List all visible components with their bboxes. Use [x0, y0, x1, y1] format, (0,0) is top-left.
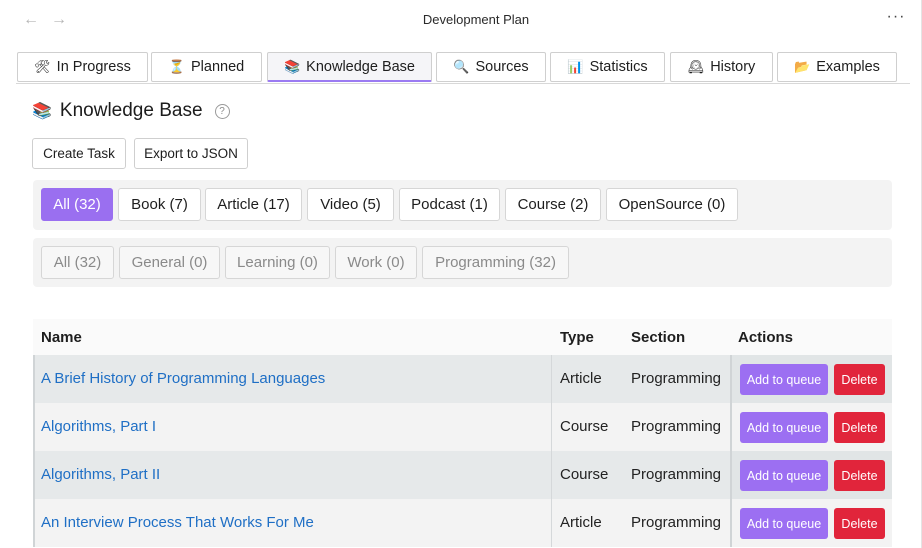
- books-icon: 📚: [32, 103, 52, 120]
- more-options-icon[interactable]: ···: [884, 8, 908, 28]
- tab-bar: 🛠 In Progress ⏳ Planned 📚 Knowledge Base…: [16, 50, 910, 84]
- filter-section-work[interactable]: Work (0): [335, 246, 417, 279]
- help-icon[interactable]: ?: [214, 103, 230, 119]
- page-title: Knowledge Base: [59, 100, 203, 121]
- type-filter-bar: All (32) Book (7) Article (17) Video (5)…: [33, 180, 892, 230]
- tab-label: Examples: [816, 59, 880, 75]
- column-divider: [551, 403, 552, 451]
- row-actions: Add to queue Delete: [730, 499, 892, 547]
- bar-chart-icon: 📊: [567, 59, 584, 74]
- row-actions: Add to queue Delete: [730, 403, 892, 451]
- filter-section-programming[interactable]: Programming (32): [422, 246, 569, 279]
- column-header-type[interactable]: Type: [560, 329, 594, 346]
- delete-button[interactable]: Delete: [834, 460, 885, 491]
- table-row: An Interview Process That Works For Me A…: [33, 499, 892, 547]
- filter-type-video[interactable]: Video (5): [307, 188, 394, 221]
- row-border: [33, 451, 35, 499]
- hourglass-icon: ⏳: [168, 59, 185, 74]
- tab-label: Planned: [190, 59, 245, 75]
- delete-button[interactable]: Delete: [834, 412, 885, 443]
- export-json-button[interactable]: Export to JSON: [134, 138, 248, 169]
- item-type: Article: [560, 370, 602, 387]
- row-border: [33, 355, 35, 403]
- item-name-link[interactable]: An Interview Process That Works For Me: [41, 514, 314, 531]
- item-name-link[interactable]: A Brief History of Programming Languages: [41, 370, 325, 387]
- tab-examples[interactable]: 📂 Examples: [777, 52, 897, 82]
- item-section: Programming: [631, 514, 722, 531]
- filter-section-all[interactable]: All (32): [41, 246, 114, 279]
- page-header: 📚 Knowledge Base ?: [32, 98, 230, 124]
- title-bar: ← → Development Plan ···: [0, 0, 922, 40]
- tab-statistics[interactable]: 📊 Statistics: [550, 52, 665, 82]
- filter-type-course[interactable]: Course (2): [505, 188, 601, 221]
- tab-label: In Progress: [56, 59, 131, 75]
- tab-in-progress[interactable]: 🛠 In Progress: [17, 52, 148, 82]
- filter-section-general[interactable]: General (0): [119, 246, 220, 279]
- filter-type-article[interactable]: Article (17): [205, 188, 302, 221]
- row-actions: Add to queue Delete: [730, 451, 892, 499]
- add-to-queue-button[interactable]: Add to queue: [740, 364, 828, 395]
- item-section: Programming: [631, 370, 722, 387]
- table-row: Algorithms, Part II Course Programming A…: [33, 451, 892, 499]
- tab-label: Knowledge Base: [306, 58, 415, 75]
- app-window: ← → Development Plan ··· 🛠 In Progress ⏳…: [0, 0, 922, 548]
- column-divider: [551, 355, 552, 403]
- tools-icon: 🛠: [34, 59, 51, 74]
- column-header-actions: Actions: [738, 329, 794, 346]
- tab-knowledge-base[interactable]: 📚 Knowledge Base: [267, 52, 432, 82]
- section-filter-bar: All (32) General (0) Learning (0) Work (…: [33, 238, 892, 287]
- item-section: Programming: [631, 466, 722, 483]
- clock-icon: 🕰: [687, 59, 705, 74]
- item-type: Course: [560, 418, 609, 435]
- column-header-name[interactable]: Name: [41, 329, 82, 346]
- window-title: Development Plan: [422, 12, 530, 27]
- row-actions: Add to queue Delete: [730, 355, 892, 403]
- filter-section-learning[interactable]: Learning (0): [225, 246, 330, 279]
- filter-type-all[interactable]: All (32): [41, 188, 113, 221]
- item-name-link[interactable]: Algorithms, Part I: [41, 418, 156, 435]
- folder-icon: 📂: [794, 59, 811, 74]
- column-divider: [551, 451, 552, 499]
- item-type: Course: [560, 466, 609, 483]
- item-section: Programming: [631, 418, 722, 435]
- filter-type-podcast[interactable]: Podcast (1): [399, 188, 500, 221]
- row-border: [33, 403, 35, 451]
- table-row: Algorithms, Part I Course Programming Ad…: [33, 403, 892, 451]
- books-icon: 📚: [283, 58, 301, 74]
- row-border: [33, 499, 35, 547]
- column-header-section[interactable]: Section: [631, 329, 685, 346]
- tab-label: History: [710, 59, 756, 75]
- tab-sources[interactable]: 🔍 Sources: [436, 52, 546, 82]
- column-divider: [551, 499, 552, 547]
- magnifier-icon: 🔍: [453, 59, 470, 74]
- delete-button[interactable]: Delete: [834, 508, 885, 539]
- tab-label: Statistics: [589, 59, 648, 75]
- filter-type-opensource[interactable]: OpenSource (0): [606, 188, 738, 221]
- tab-label: Sources: [475, 59, 529, 75]
- add-to-queue-button[interactable]: Add to queue: [740, 412, 828, 443]
- item-name-link[interactable]: Algorithms, Part II: [41, 466, 160, 483]
- table-row: A Brief History of Programming Languages…: [33, 355, 892, 403]
- table-header: Name Type Section Actions: [33, 319, 892, 355]
- tab-history[interactable]: 🕰 History: [670, 52, 773, 82]
- delete-button[interactable]: Delete: [834, 364, 885, 395]
- filter-type-book[interactable]: Book (7): [118, 188, 201, 221]
- add-to-queue-button[interactable]: Add to queue: [740, 460, 828, 491]
- create-task-button[interactable]: Create Task: [32, 138, 126, 169]
- add-to-queue-button[interactable]: Add to queue: [740, 508, 828, 539]
- tab-planned[interactable]: ⏳ Planned: [151, 52, 262, 82]
- item-type: Article: [560, 514, 602, 531]
